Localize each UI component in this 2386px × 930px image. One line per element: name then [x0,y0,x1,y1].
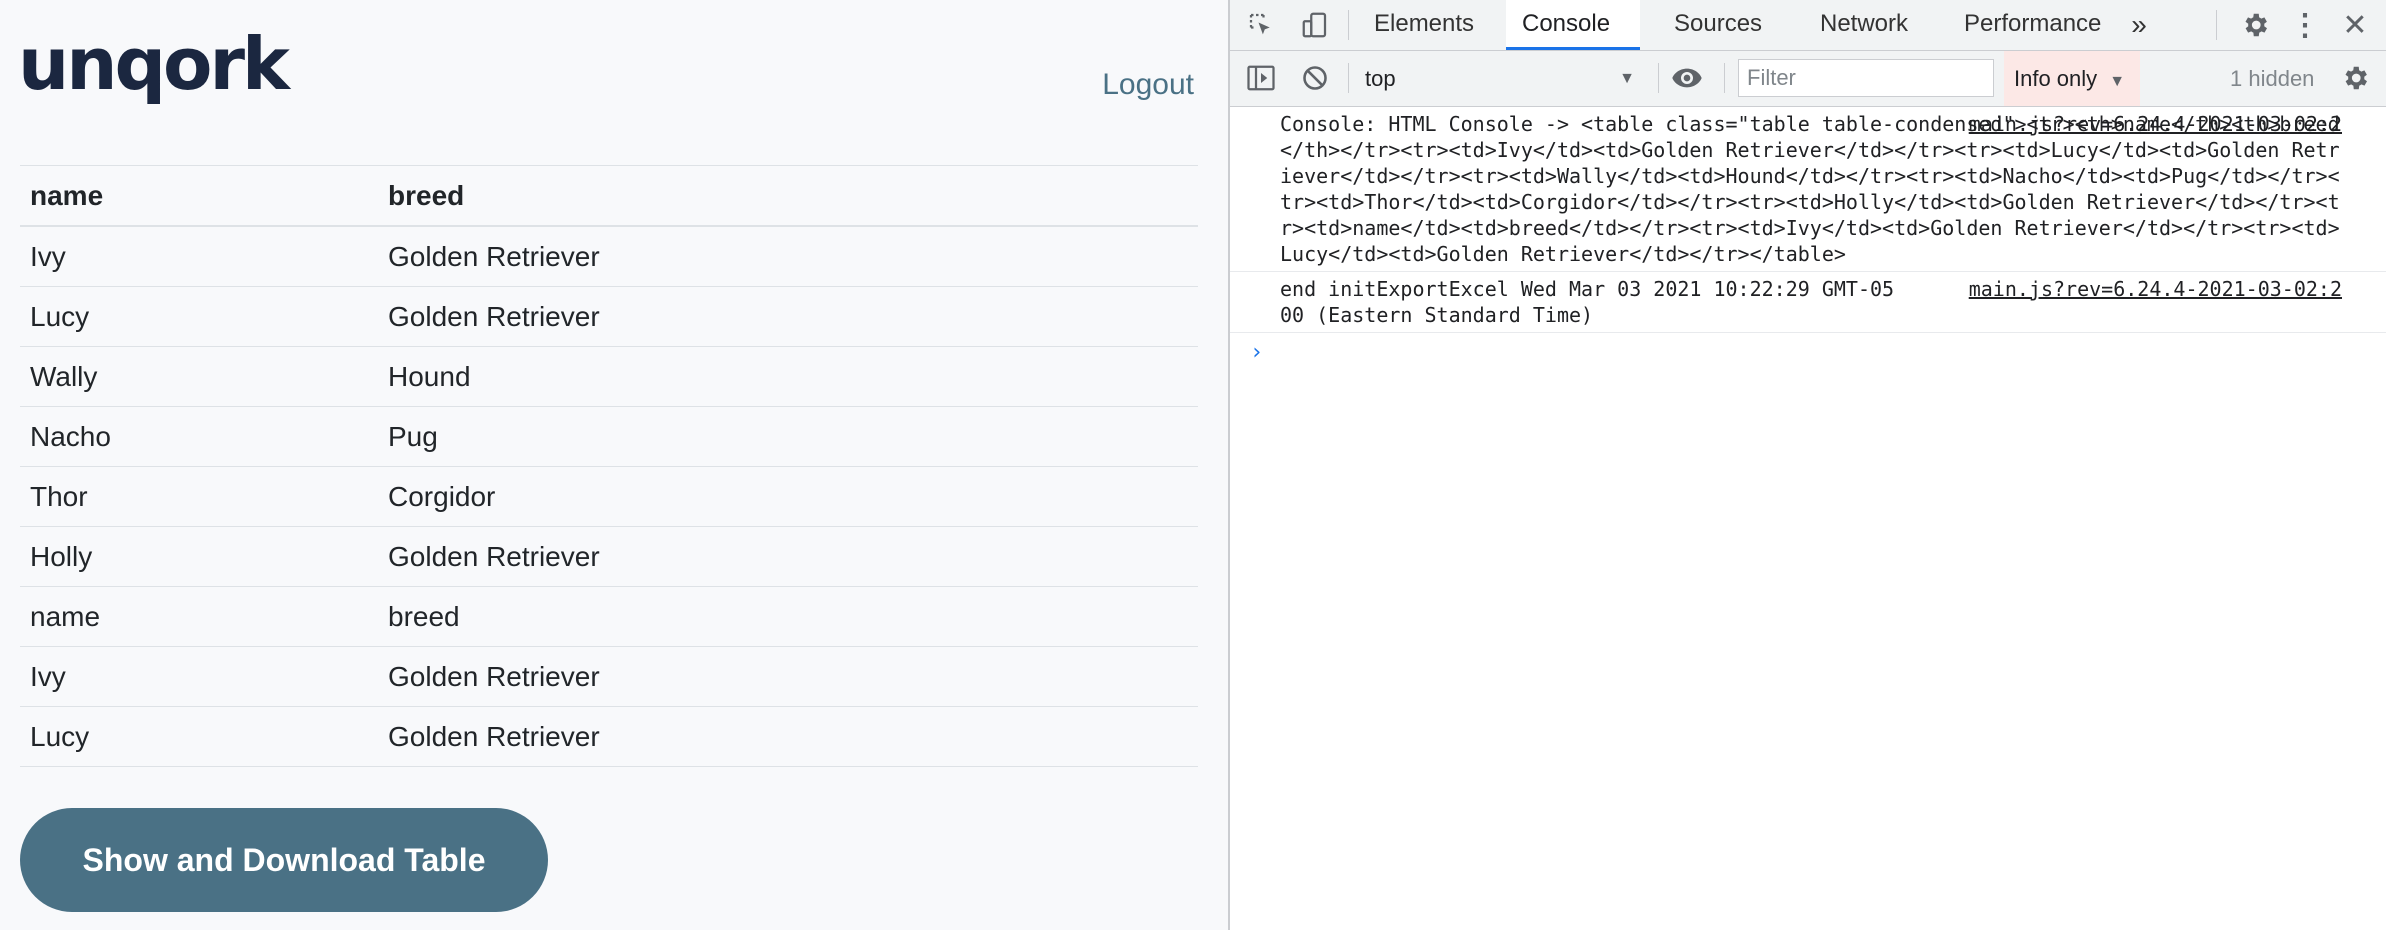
cell-name: Lucy [20,286,378,347]
context-select-value: top [1365,66,1396,91]
tab-elements[interactable]: Elements [1358,0,1490,50]
close-icon[interactable]: ✕ [2338,8,2372,42]
cell-name: Wally [20,346,378,407]
sidebar-toggle-icon[interactable] [1244,61,1278,95]
console-message: Console: HTML Console -> <table class="t… [1230,107,2386,272]
gear-icon[interactable] [2238,8,2272,42]
cell-breed: breed [378,586,1198,647]
eye-icon[interactable] [1670,61,1704,95]
filter-input[interactable] [1738,59,1994,97]
console-settings-gear-icon[interactable] [2338,61,2372,95]
table-row: Ivy Golden Retriever [20,225,1198,287]
cell-name: Ivy [20,225,378,287]
console-message: end initExportExcel Wed Mar 03 2021 10:2… [1230,272,2386,333]
log-levels-dropdown[interactable]: Info only ▼ [2004,51,2140,106]
tab-performance[interactable]: Performance [1948,0,2117,50]
console-message-source-link[interactable]: main.js?rev=6.24.4-2021-03-02:2 [1969,111,2342,137]
dogs-table: name breed Ivy Golden Retriever Lucy Gol… [20,165,1198,767]
tab-network[interactable]: Network [1804,0,1924,50]
cell-name: Ivy [20,646,378,707]
inspect-element-icon[interactable] [1244,8,1278,42]
tab-sources[interactable]: Sources [1658,0,1778,50]
cell-name: Lucy [20,706,378,767]
console-output: Console: HTML Console -> <table class="t… [1230,107,2386,930]
console-message-text: end initExportExcel Wed Mar 03 2021 10:2… [1280,277,1895,327]
cell-name: name [20,586,378,647]
table-row: name breed [20,586,1198,647]
cell-breed: Hound [378,346,1198,407]
log-levels-label: Info only [2014,66,2098,91]
cell-name: Nacho [20,406,378,467]
context-select[interactable]: top ▼ [1365,61,1635,97]
double-chevron-right-icon[interactable]: » [2122,8,2156,42]
hidden-messages-count: 1 hidden [2230,66,2315,91]
prompt-chevron-icon: › [1250,340,1264,365]
console-prompt[interactable]: › [1230,333,2386,373]
kebab-menu-icon[interactable]: ⋮ [2288,8,2322,42]
separator [2216,10,2217,40]
separator [1348,63,1349,93]
cell-breed: Corgidor [378,466,1198,527]
devtools-panel: Elements Console Sources Network Perform… [1228,0,2386,930]
table-row: Lucy Golden Retriever [20,286,1198,347]
tab-console[interactable]: Console [1506,0,1640,50]
cell-breed: Golden Retriever [378,286,1198,347]
table-row: Wally Hound [20,346,1198,407]
app-panel: unqork Logout name breed Ivy Golden Retr… [0,0,1228,930]
table-row: Nacho Pug [20,406,1198,467]
caret-down-icon: ▼ [1619,70,1635,87]
table-row: Ivy Golden Retriever [20,646,1198,707]
cell-breed: Golden Retriever [378,706,1198,767]
clear-console-icon[interactable] [1298,61,1332,95]
screen: unqork Logout name breed Ivy Golden Retr… [0,0,2386,930]
separator [1658,63,1659,93]
device-toolbar-icon[interactable] [1298,8,1332,42]
table-row: Thor Corgidor [20,466,1198,527]
table-row: Holly Golden Retriever [20,526,1198,587]
logout-link[interactable]: Logout [1102,68,1194,102]
show-and-download-table-button[interactable]: Show and Download Table [20,808,548,912]
cell-name: Holly [20,526,378,587]
column-header-name: name [20,165,378,227]
table-row: Lucy Golden Retriever [20,706,1198,767]
separator [1348,10,1349,40]
cell-breed: Golden Retriever [378,225,1198,287]
cell-breed: Golden Retriever [378,646,1198,707]
column-header-breed: breed [378,165,1198,227]
separator [1724,63,1725,93]
console-toolbar: top ▼ Info only ▼ 1 hidden [1230,51,2386,107]
console-message-source-link[interactable]: main.js?rev=6.24.4-2021-03-02:2 [1969,276,2342,302]
logo: unqork [18,22,290,106]
cell-breed: Golden Retriever [378,526,1198,587]
cell-name: Thor [20,466,378,527]
cell-breed: Pug [378,406,1198,467]
caret-down-icon: ▼ [2109,73,2126,90]
table-header-row: name breed [20,165,1198,227]
devtools-tabbar: Elements Console Sources Network Perform… [1230,0,2386,51]
